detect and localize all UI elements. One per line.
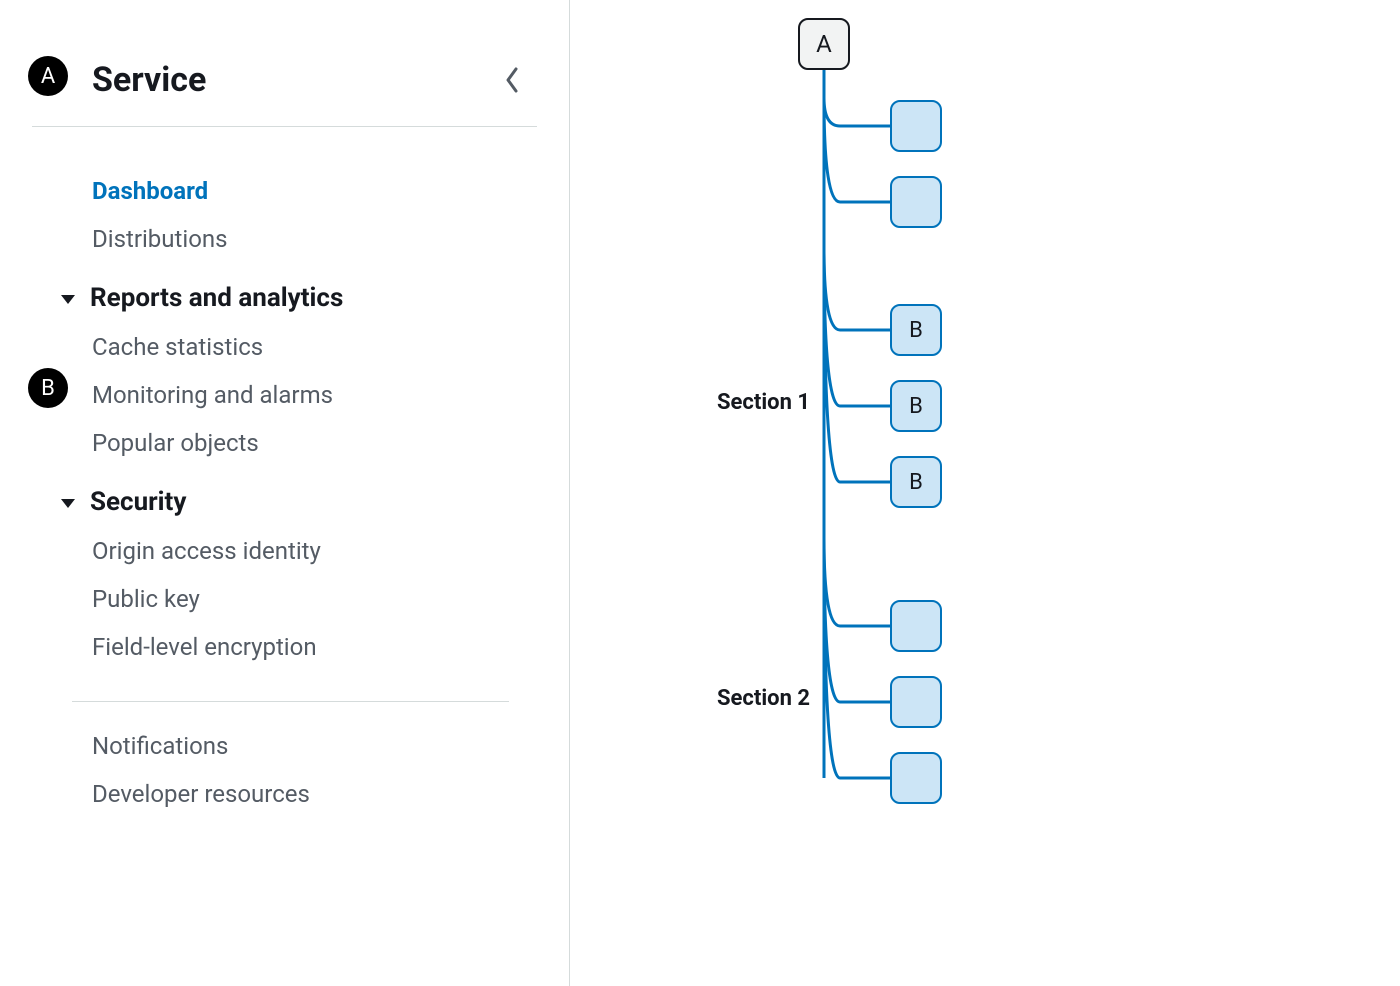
- tree-node: [890, 752, 942, 804]
- annotation-badge-a: A: [28, 56, 68, 96]
- nav-link-popular-objects[interactable]: Popular objects: [32, 419, 537, 467]
- section-toggle-security[interactable]: Security: [32, 467, 537, 527]
- tree-node: [890, 100, 942, 152]
- collapse-sidebar-button[interactable]: [497, 65, 527, 95]
- nav-link-developer-resources[interactable]: Developer resources: [32, 770, 537, 818]
- diagram-section-1-label: Section 1: [680, 390, 810, 415]
- chevron-left-icon: [504, 66, 520, 94]
- nav-link-origin-access-identity[interactable]: Origin access identity: [32, 527, 537, 575]
- nav-divider: [72, 701, 509, 702]
- tree-node: B: [890, 456, 942, 508]
- tree-node: B: [890, 380, 942, 432]
- nav-link-public-key[interactable]: Public key: [32, 575, 537, 623]
- section-toggle-reports[interactable]: Reports and analytics: [32, 263, 537, 323]
- diagram-panel: A Section 1 B B B Section 2: [570, 0, 1400, 986]
- tree-node: B: [890, 304, 942, 356]
- sidebar-nav: Dashboard Distributions Reports and anal…: [0, 127, 569, 818]
- nav-link-field-level-encryption[interactable]: Field-level encryption: [32, 623, 537, 671]
- sidebar-header: Service: [32, 30, 537, 127]
- tree-node: [890, 676, 942, 728]
- diagram-section-2-label: Section 2: [680, 686, 810, 711]
- service-title: Service: [92, 60, 206, 100]
- tree-root-node: A: [798, 18, 850, 70]
- nav-link-cache-statistics[interactable]: Cache statistics: [32, 323, 537, 371]
- tree-node: [890, 176, 942, 228]
- tree-connectors: [670, 18, 1070, 838]
- section-title-reports: Reports and analytics: [90, 283, 343, 313]
- caret-down-icon: [60, 487, 76, 517]
- sidebar-panel: A B Service Dashboard Distributions Repo…: [0, 0, 570, 986]
- nav-link-monitoring-alarms[interactable]: Monitoring and alarms: [32, 371, 537, 419]
- nav-link-notifications[interactable]: Notifications: [32, 722, 537, 770]
- nav-link-dashboard[interactable]: Dashboard: [32, 167, 537, 215]
- annotation-badge-b: B: [28, 368, 68, 408]
- caret-down-icon: [60, 283, 76, 313]
- nav-link-distributions[interactable]: Distributions: [32, 215, 537, 263]
- section-title-security: Security: [90, 487, 186, 517]
- tree-node: [890, 600, 942, 652]
